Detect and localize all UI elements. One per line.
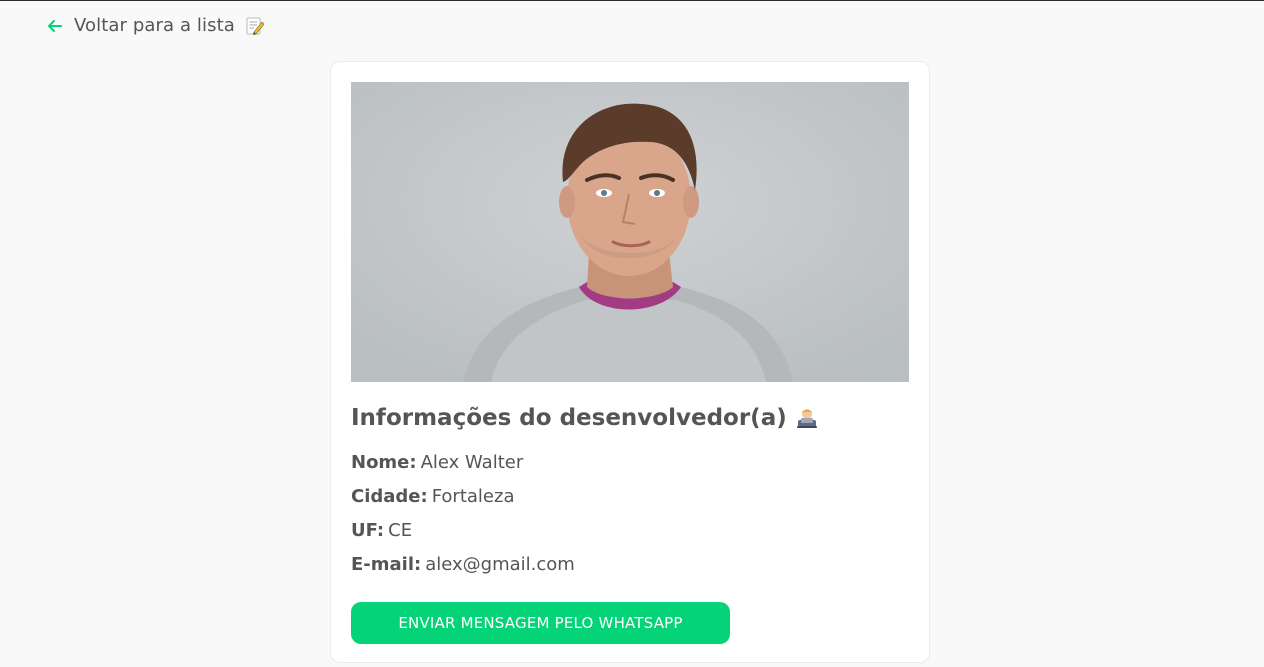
info-row-email: E-mail: alex@gmail.com: [351, 554, 909, 588]
back-to-list-link[interactable]: Voltar para a lista: [46, 15, 265, 36]
uf-value: CE: [388, 520, 413, 541]
developer-card: Informações do desenvolvedor(a) Nome: Ale…: [330, 61, 930, 663]
info-row-name: Nome: Alex Walter: [351, 452, 909, 486]
send-whatsapp-message-button[interactable]: ENVIAR MENSAGEM PELO WHATSAPP: [351, 602, 730, 644]
uf-label: UF:: [351, 520, 385, 541]
developer-info-title-text: Informações do desenvolvedor(a): [351, 405, 787, 431]
email-value: alex@gmail.com: [425, 554, 575, 575]
technologist-icon: [795, 406, 819, 430]
developer-photo: [351, 82, 909, 382]
arrow-left-icon: [46, 17, 64, 35]
city-value: Fortaleza: [431, 486, 515, 507]
developer-info-title: Informações do desenvolvedor(a): [351, 404, 909, 432]
email-label: E-mail:: [351, 554, 422, 575]
name-value: Alex Walter: [420, 452, 524, 473]
back-link-label: Voltar para a lista: [74, 15, 235, 36]
developer-info-list: Nome: Alex Walter Cidade: Fortaleza UF: CE …: [351, 452, 909, 588]
info-row-city: Cidade: Fortaleza: [351, 486, 909, 520]
name-label: Nome:: [351, 452, 417, 473]
info-row-uf: UF: CE: [351, 520, 909, 554]
city-label: Cidade:: [351, 486, 428, 507]
memo-icon: [245, 16, 265, 36]
